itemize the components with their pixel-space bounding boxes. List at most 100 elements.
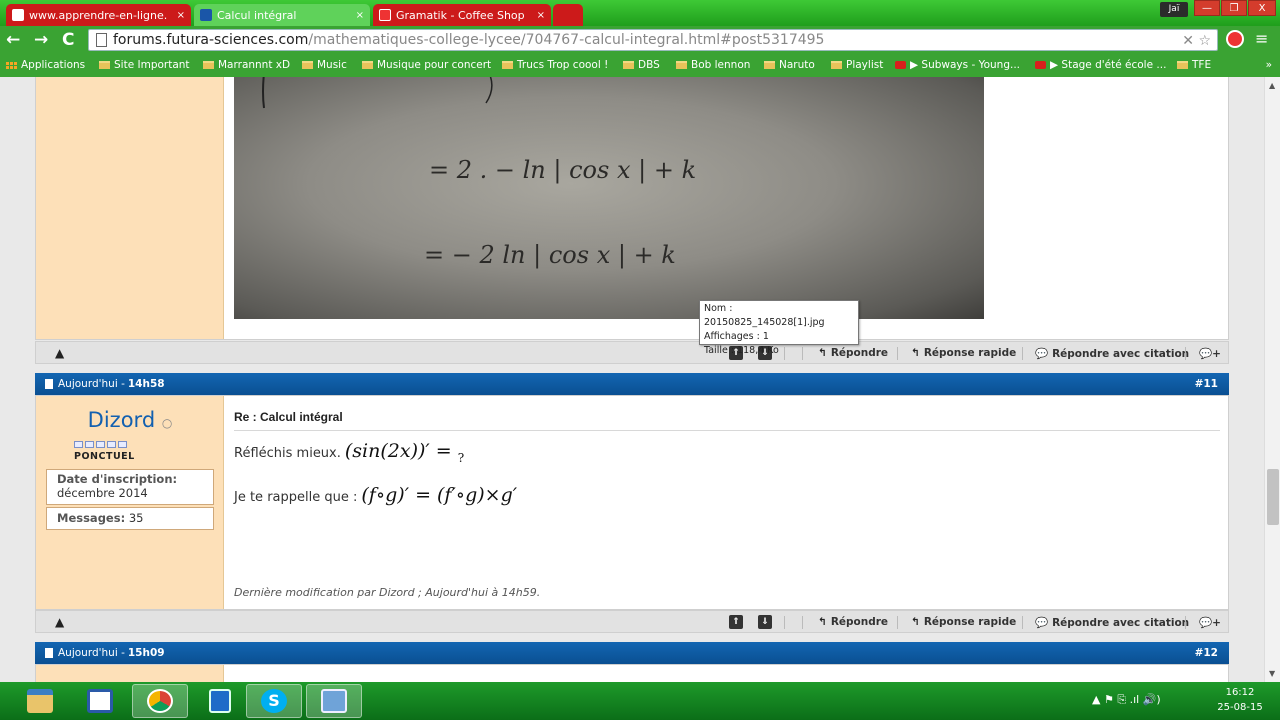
forward-icon[interactable]: → — [34, 30, 48, 50]
message-count-box: Messages: 35 — [46, 507, 214, 530]
menu-icon[interactable]: ≡ — [1255, 30, 1268, 48]
extension-icon[interactable] — [1226, 30, 1244, 48]
bookmark-folder[interactable]: Naruto — [764, 59, 815, 71]
attached-photo[interactable]: = 2 . − ln | cos x | + k = − 2 ln | cos … — [234, 77, 984, 319]
tab-close-icon[interactable]: × — [531, 10, 545, 21]
username[interactable]: Dizord ○ — [36, 408, 224, 432]
system-tray-icons[interactable]: ▲ ⚑ ⎘ .ıl 🔊) — [1092, 693, 1161, 707]
taskbar-file-explorer[interactable] — [12, 684, 68, 718]
bookmark-label: Applications — [21, 59, 86, 71]
scroll-up-arrow-icon[interactable]: ▲ — [1269, 81, 1275, 90]
bookmark-folder[interactable]: TFE — [1177, 59, 1211, 71]
bookmark-label: Musique pour concert — [377, 59, 492, 71]
browser-toolbar: ← → C forums.futura-sciences.com/mathema… — [0, 26, 1280, 55]
folder-icon — [99, 61, 110, 69]
bookmarks-overflow-icon[interactable]: » — [1266, 59, 1272, 71]
chrome-icon — [147, 689, 173, 713]
folder-icon — [676, 61, 687, 69]
tab-apprendre-en-ligne[interactable]: www.apprendre-en-ligne. × — [6, 4, 191, 26]
post-action-bar: ▲ ⇑ ⇓ ↰ Répondre ↰ Réponse rapide 💬 Répondr… — [35, 610, 1229, 633]
reply-with-quote-button[interactable]: 💬 Répondre avec citation — [1035, 616, 1189, 629]
url-path: /mathematiques-college-lycee/704767-calc… — [308, 32, 825, 48]
bookmark-label: TFE — [1192, 59, 1212, 71]
document-icon — [45, 379, 53, 389]
bookmark-youtube[interactable]: ▶ Stage d'été école ... — [1035, 59, 1166, 71]
clock-time: 16:12 — [1225, 687, 1255, 698]
bookmark-applications[interactable]: Applications — [6, 59, 85, 71]
post-date-label: Aujourd'hui - — [58, 378, 125, 390]
bookmark-label: Playlist — [846, 59, 884, 71]
report-icon[interactable]: ▲ — [55, 346, 64, 360]
bookmark-folder[interactable]: Musique pour concert — [362, 59, 491, 71]
offline-status-icon: ○ — [161, 416, 173, 430]
taskbar-skype[interactable]: S — [246, 684, 302, 718]
rank-dots — [74, 441, 127, 448]
youtube-icon — [1035, 61, 1046, 69]
post-action-bar: ▲ ⇑ ⇓ ↰ Répondre ↰ Réponse rapide 💬 Répondr… — [35, 341, 1229, 364]
tab-close-icon[interactable]: × — [350, 10, 364, 21]
post-header: Aujourd'hui -15h09 #12 — [35, 642, 1229, 664]
tab-gramatik-coffee-shop[interactable]: Gramatik - Coffee Shop × — [373, 4, 551, 26]
quick-reply-button[interactable]: ↰ Réponse rapide — [911, 347, 1016, 359]
bookmark-folder[interactable]: Marrannnt xD — [203, 59, 290, 71]
page-icon — [96, 33, 107, 47]
bookmark-folder[interactable]: Bob lennon — [676, 59, 750, 71]
post-number[interactable]: #12 — [1195, 642, 1218, 664]
address-bar[interactable]: forums.futura-sciences.com/mathematiques… — [88, 29, 1218, 51]
bookmarks-bar: Applications Site Important Marrannnt xD… — [0, 55, 1280, 77]
quote-icon: 💬 — [1035, 348, 1049, 360]
tab-label: www.apprendre-en-ligne. — [29, 8, 168, 22]
document-icon — [45, 648, 53, 658]
reload-icon[interactable]: C — [62, 30, 74, 50]
reply-quote-label: Répondre avec citation — [1052, 617, 1190, 629]
reply-with-quote-button[interactable]: 💬 Répondre avec citation — [1035, 347, 1189, 360]
maximize-button[interactable]: ❐ — [1221, 0, 1247, 16]
tab-label: Calcul intégral — [217, 8, 297, 22]
quick-reply-button[interactable]: ↰ Réponse rapide — [911, 616, 1016, 628]
bookmark-folder[interactable]: Site Important — [99, 59, 190, 71]
skype-icon: S — [261, 689, 287, 713]
forum-post — [35, 664, 1229, 682]
new-tab-button[interactable] — [553, 4, 583, 26]
multi-quote-icon[interactable]: 💬+ — [1199, 616, 1221, 629]
post-title: Re : Calcul intégral — [234, 410, 343, 424]
taskbar-desktop-app[interactable] — [306, 684, 362, 718]
tab-close-icon[interactable]: × — [171, 10, 185, 21]
bookmark-folder[interactable]: DBS — [623, 59, 660, 71]
forum-post: Dizord ○ PONCTUEL Date d'inscription: dé… — [35, 395, 1229, 610]
taskbar-word[interactable] — [72, 684, 128, 718]
reply-button[interactable]: ↰ Répondre — [818, 616, 888, 628]
page-scrollbar[interactable]: ▲ ▼ — [1264, 77, 1280, 682]
profile-chip[interactable]: Jaï — [1160, 2, 1188, 17]
report-icon[interactable]: ▲ — [55, 615, 64, 629]
scroll-up-icon[interactable]: ⇑ — [729, 615, 743, 629]
bookmark-label: Bob lennon — [691, 59, 751, 71]
tab-calcul-integral[interactable]: Calcul intégral × — [194, 4, 370, 26]
taskbar-outlook[interactable] — [192, 684, 248, 718]
bookmark-youtube[interactable]: ▶ Subways - Young... — [895, 59, 1020, 71]
taskbar-chrome[interactable] — [132, 684, 188, 718]
scroll-down-icon[interactable]: ⇓ — [758, 615, 772, 629]
close-window-button[interactable]: X — [1248, 0, 1276, 16]
post-time: 14h58 — [127, 378, 165, 390]
handwritten-line: = − 2 ln | cos x | + k — [424, 241, 676, 270]
bookmark-star-icon[interactable]: ✕ ☆ — [1182, 31, 1211, 50]
post-line: Je te rappelle que : (f∘g)′ = (f′∘g)×g′ — [234, 484, 517, 506]
scroll-down-arrow-icon[interactable]: ▼ — [1269, 669, 1275, 678]
reply-quote-label: Répondre avec citation — [1052, 348, 1190, 360]
post-number[interactable]: #11 — [1195, 373, 1218, 395]
tab-label: Gramatik - Coffee Shop — [396, 8, 525, 22]
post-time: 15h09 — [127, 647, 165, 659]
bookmark-label: ▶ Stage d'été école ... — [1050, 59, 1167, 71]
bookmark-folder[interactable]: Playlist — [831, 59, 883, 71]
back-icon[interactable]: ← — [6, 30, 20, 50]
multi-quote-icon[interactable]: 💬+ — [1199, 347, 1221, 360]
bookmark-folder[interactable]: Music — [302, 59, 347, 71]
bookmark-folder[interactable]: Trucs Trop coool ! — [502, 59, 608, 71]
reply-label: Répondre — [830, 616, 889, 628]
folder-icon — [623, 61, 634, 69]
taskbar-clock[interactable]: 16:12 25-08-15 — [1205, 685, 1275, 715]
youtube-icon — [895, 61, 906, 69]
minimize-button[interactable]: — — [1194, 0, 1220, 16]
scrollbar-thumb[interactable] — [1267, 469, 1279, 525]
